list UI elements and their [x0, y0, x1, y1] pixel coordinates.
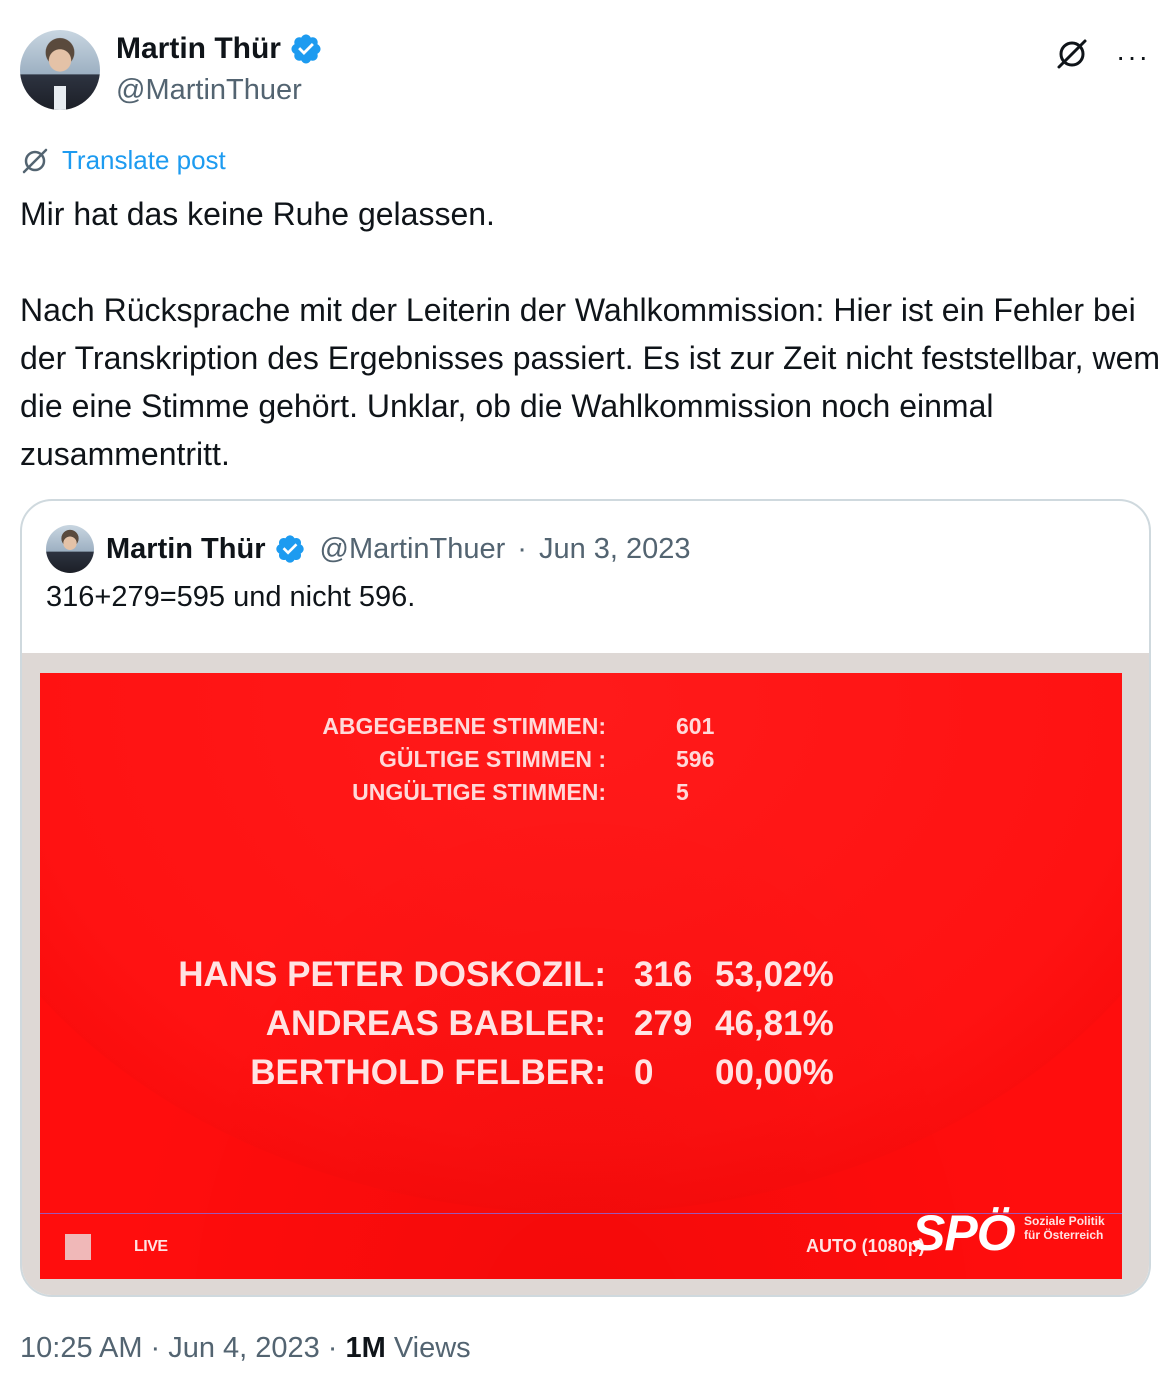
views-count: 1M: [345, 1332, 386, 1364]
stop-icon[interactable]: [65, 1234, 91, 1260]
stat-row: GÜLTIGE STIMMEN : 596: [40, 746, 1122, 778]
verified-badge-icon: [291, 34, 321, 64]
quoted-author-handle: @MartinThuer: [319, 532, 506, 565]
stat-label: GÜLTIGE STIMMEN :: [378, 746, 606, 772]
candidate-votes: 279: [634, 1004, 693, 1043]
candidate-percent: 46,81%: [715, 1004, 834, 1043]
footer-separator: ·: [150, 1332, 161, 1364]
election-results-screen: ABGEGEBENE STIMMEN: 601 GÜLTIGE STIMMEN …: [40, 673, 1122, 1279]
footer-separator: ·: [327, 1332, 338, 1364]
views-label: Views: [393, 1332, 471, 1364]
candidate-name: HANS PETER DOSKOZIL:: [178, 955, 606, 994]
author-name[interactable]: Martin Thür: [116, 32, 281, 66]
tweet-paragraph-2: Nach Rücksprache mit der Leiterin der Wa…: [20, 292, 1169, 472]
translate-post-label[interactable]: Translate post: [62, 145, 226, 176]
tweet-text: Mir hat das keine Ruhe gelassen. Nach Rü…: [20, 190, 1160, 478]
more-options-icon[interactable]: ···: [1116, 42, 1150, 71]
quoted-tweet-header: Martin Thür @MartinThuer · Jun 3, 2023: [46, 523, 691, 575]
tweet-footer: 10:25 AM · Jun 4, 2023 · 1M Views: [20, 1332, 471, 1365]
stat-value: 5: [676, 779, 689, 805]
top-actions: ···: [1054, 36, 1150, 77]
post-time[interactable]: 10:25 AM: [20, 1332, 143, 1365]
translate-post-link[interactable]: Translate post: [20, 145, 226, 176]
grok-icon[interactable]: [1054, 36, 1090, 77]
stat-value: 601: [676, 713, 715, 739]
quoted-tweet-text: 316+279=595 und nicht 596.: [46, 581, 416, 613]
grok-translate-icon: [22, 148, 48, 173]
quoted-author-avatar: [46, 525, 94, 573]
stat-row: ABGEGEBENE STIMMEN: 601: [40, 713, 1122, 745]
spo-logo: SPÖ: [912, 1205, 1016, 1261]
candidate-votes: 0: [634, 1053, 654, 1092]
video-controls: LIVE AUTO (1080p) SPÖ Soziale Politik fü…: [40, 1205, 1122, 1279]
quoted-date: Jun 3, 2023: [538, 532, 691, 565]
candidate-percent: 53,02%: [715, 955, 834, 994]
author-avatar[interactable]: [20, 30, 100, 110]
live-label: LIVE: [134, 1238, 168, 1255]
quality-label[interactable]: AUTO (1080p): [806, 1236, 925, 1257]
quoted-media[interactable]: ABGEGEBENE STIMMEN: 601 GÜLTIGE STIMMEN …: [22, 653, 1149, 1295]
stat-value: 596: [676, 746, 715, 772]
quoted-separator: ·: [517, 532, 527, 565]
tweet-header: Martin Thür @MartinThuer ···: [20, 30, 1150, 112]
author-handle[interactable]: @MartinThuer: [116, 74, 302, 107]
stat-label: UNGÜLTIGE STIMMEN:: [352, 779, 606, 805]
quoted-verified-badge-icon: [275, 535, 304, 563]
quoted-tweet[interactable]: Martin Thür @MartinThuer · Jun 3, 2023 3…: [20, 499, 1151, 1297]
post-date[interactable]: Jun 4, 2023: [168, 1332, 320, 1365]
spo-logo-tagline: Soziale Politik für Österreich: [1024, 1214, 1105, 1242]
candidate-votes: 316: [634, 955, 693, 994]
stat-label: ABGEGEBENE STIMMEN:: [322, 713, 606, 739]
candidate-name: BERTHOLD FELBER:: [250, 1053, 606, 1092]
author-name-row: Martin Thür: [116, 32, 323, 66]
candidate-name: ANDREAS BABLER:: [265, 1004, 606, 1043]
result-row: ANDREAS BABLER: 279 46,81%: [40, 1004, 1122, 1052]
quoted-author-name: Martin Thür: [106, 532, 266, 565]
result-row: HANS PETER DOSKOZIL: 316 53,02%: [40, 955, 1122, 1003]
tweet-paragraph-1: Mir hat das keine Ruhe gelassen.: [20, 196, 495, 232]
candidate-percent: 00,00%: [715, 1053, 834, 1092]
stat-row: UNGÜLTIGE STIMMEN: 5: [40, 779, 1122, 811]
result-row: BERTHOLD FELBER: 0 00,00%: [40, 1053, 1122, 1101]
